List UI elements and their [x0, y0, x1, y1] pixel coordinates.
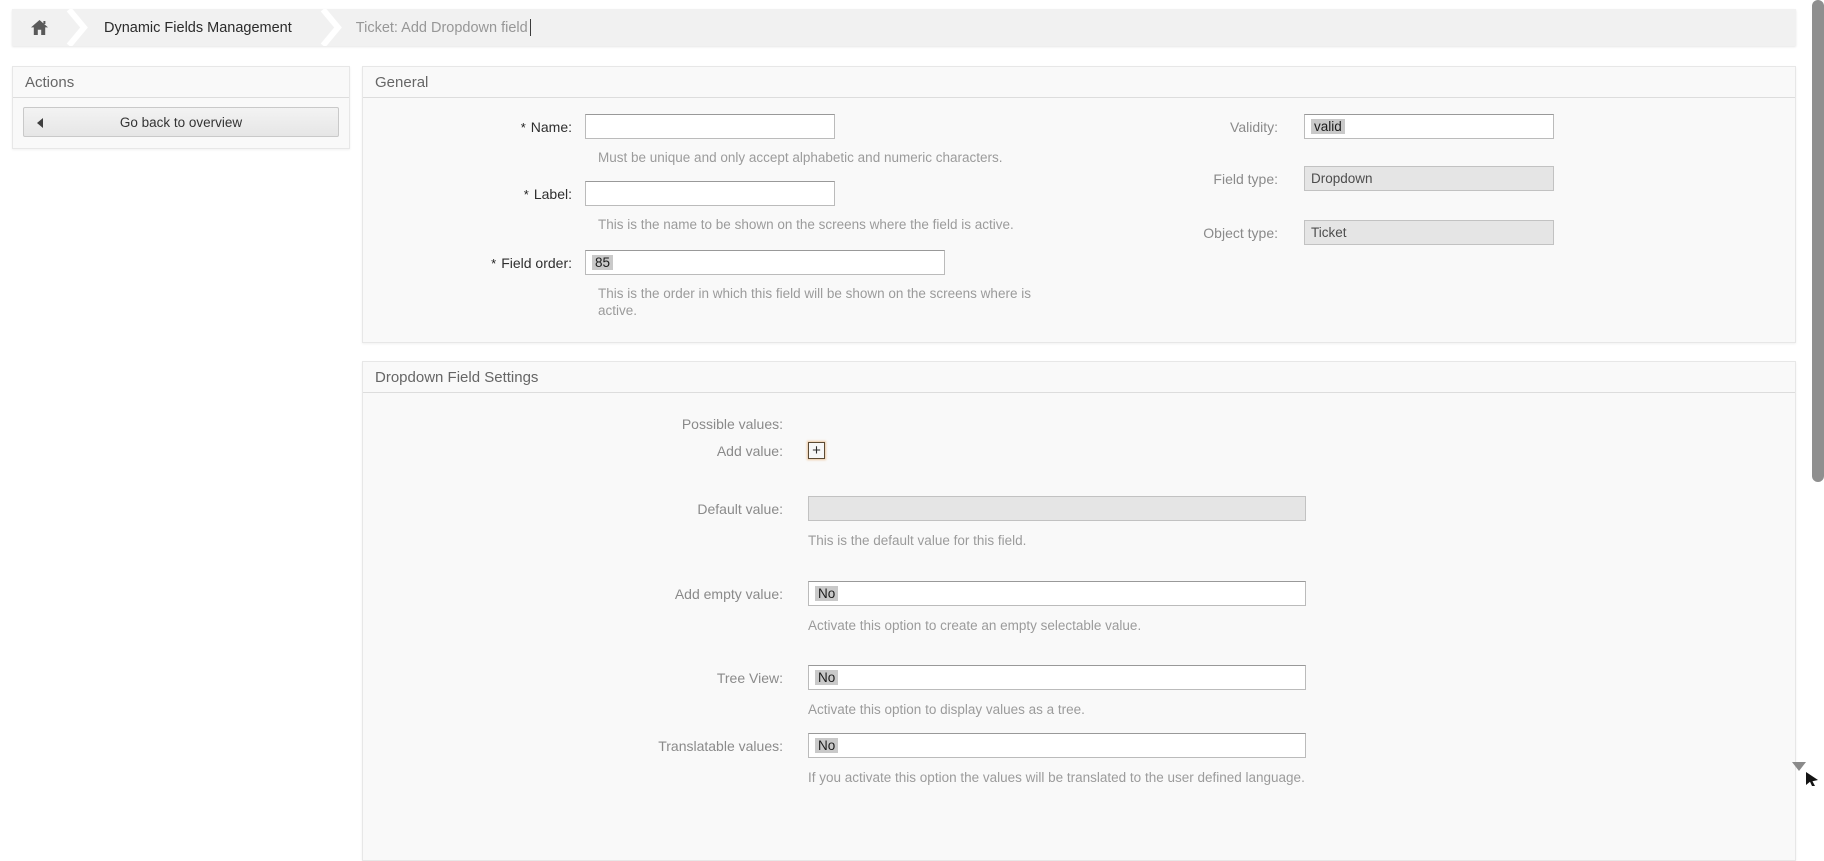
required-marker: *: [523, 186, 529, 202]
actions-widget: Actions Go back to overview: [12, 66, 350, 149]
object-type-select-disabled: Ticket: [1304, 220, 1554, 245]
vertical-scrollbar-thumb[interactable]: [1812, 0, 1824, 482]
translatable-values-row: Translatable values: No: [363, 733, 1795, 758]
go-back-button-label: Go back to overview: [119, 114, 243, 130]
name-field-row: * Name:: [363, 114, 1795, 139]
field-type-value: Dropdown: [1311, 171, 1373, 186]
actions-title: Actions: [13, 67, 349, 98]
general-title: General: [363, 67, 1795, 98]
dropdown-field-settings-widget: Dropdown Field Settings Possible values:…: [362, 361, 1796, 861]
field-type-select-disabled: Dropdown: [1304, 166, 1554, 191]
add-empty-value-row: Add empty value: No: [363, 581, 1795, 606]
required-marker: *: [491, 255, 497, 271]
tree-view-selected-value: No: [815, 670, 839, 685]
validity-label: Validity:: [1230, 118, 1278, 135]
add-value-button[interactable]: +: [808, 442, 825, 459]
chevron-right-icon: [320, 7, 342, 48]
translatable-values-selected-value: No: [815, 738, 839, 753]
back-arrow-icon: [37, 118, 43, 128]
scroll-down-icon[interactable]: [1792, 762, 1806, 771]
general-widget: General * Name: Must be unique and only a…: [362, 66, 1796, 343]
tree-view-row: Tree View: No: [363, 665, 1795, 690]
object-type-value: Ticket: [1311, 225, 1347, 240]
label-input[interactable]: [585, 181, 835, 206]
field-order-selected-value: 85: [592, 255, 614, 270]
translatable-values-select[interactable]: No: [808, 733, 1306, 758]
field-order-label: * Field order:: [491, 254, 572, 271]
add-value-row: Add value: +: [363, 442, 1795, 459]
field-type-row: Field type: Dropdown: [1171, 166, 1554, 191]
plus-icon: +: [812, 442, 821, 459]
field-type-label: Field type:: [1213, 170, 1278, 187]
name-label: * Name:: [520, 118, 572, 135]
default-value-select-disabled: [808, 496, 1306, 521]
home-button[interactable]: [12, 20, 66, 35]
label-label: * Label:: [523, 185, 572, 202]
breadcrumb-item-dynamic-fields[interactable]: Dynamic Fields Management: [88, 20, 320, 36]
add-empty-value-select[interactable]: No: [808, 581, 1306, 606]
possible-values-label: Possible values:: [681, 416, 783, 432]
translatable-values-hint: If you activate this option the values w…: [808, 770, 1305, 785]
object-type-row: Object type: Ticket: [1171, 220, 1554, 245]
object-type-label: Object type:: [1203, 224, 1278, 241]
home-icon: [30, 20, 48, 35]
breadcrumb: Dynamic Fields Management Ticket: Add Dr…: [12, 7, 1796, 48]
validity-select[interactable]: valid: [1304, 114, 1554, 139]
default-value-hint: This is the default value for this field…: [808, 533, 1027, 548]
add-empty-value-label: Add empty value:: [674, 585, 783, 602]
add-empty-value-selected-value: No: [815, 586, 839, 601]
field-order-input[interactable]: 85: [585, 250, 945, 275]
go-back-to-overview-button[interactable]: Go back to overview: [23, 107, 339, 137]
translatable-values-label: Translatable values:: [658, 737, 783, 754]
tree-view-select[interactable]: No: [808, 665, 1306, 690]
breadcrumb-item-current: Ticket: Add Dropdown field: [355, 19, 528, 36]
settings-title: Dropdown Field Settings: [363, 362, 1795, 393]
field-order-hint: This is the order in which this field wi…: [598, 286, 1031, 318]
mouse-cursor-icon: [1804, 772, 1820, 791]
required-marker: *: [520, 119, 526, 135]
add-empty-value-hint: Activate this option to create an empty …: [808, 618, 1142, 633]
name-input[interactable]: [585, 114, 835, 139]
add-value-label: Add value:: [716, 442, 783, 459]
validity-selected-value: valid: [1311, 119, 1345, 134]
validity-row: Validity: valid: [1171, 114, 1554, 139]
default-value-row: Default value:: [363, 496, 1795, 521]
text-caret: [529, 19, 531, 36]
chevron-right-icon: [66, 7, 88, 48]
tree-view-hint: Activate this option to display values a…: [808, 702, 1085, 717]
field-order-row: * Field order: 85: [363, 250, 1795, 275]
default-value-label: Default value:: [697, 500, 783, 517]
label-field-row: * Label:: [363, 181, 1795, 206]
possible-values-row: Possible values:: [363, 416, 1795, 432]
tree-view-label: Tree View:: [716, 669, 783, 686]
